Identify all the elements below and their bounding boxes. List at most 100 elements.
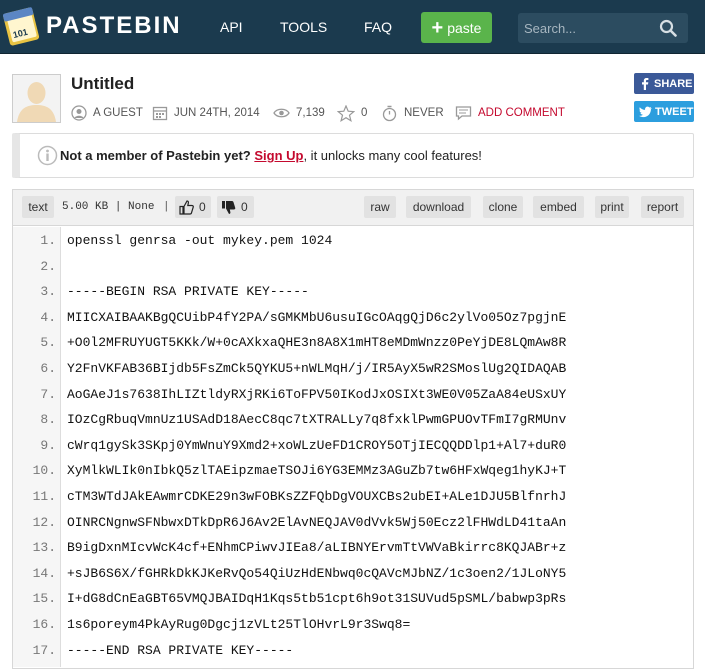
line-content: IOzCgRbuqVmnUz1USAdD18AecC8qc7tXTRALLy7q… [67,412,567,428]
paste-syntax: None [128,201,155,213]
code-line: 11. cTM3WTdJAkEAwmrCDKE29n3wFOBKsZZFQbDgV… [13,483,693,509]
line-number: 7. [40,386,56,402]
code-line: 4. MIICXAIBAAKBgQCUibP4fY2PA/sGMKMbU6usuI… [13,304,693,330]
line-content: +O0l2MFRUYUGT5KKk/W+0cAXkxaQHE3n8A8X1mHT… [67,335,567,351]
clone-button[interactable]: clone [483,196,523,218]
nav-api[interactable]: API [220,19,243,35]
search-input[interactable] [524,18,654,38]
facebook-icon [642,78,649,90]
code-line: 3. -----BEGIN RSA PRIVATE KEY----- [13,278,693,304]
signup-link[interactable]: Sign Up [254,148,303,163]
code-line: 5. +O0l2MFRUYUGT5KKk/W+0cAXkxaQHE3n8A8X1m… [13,329,693,355]
logo-text[interactable]: PASTEBIN [46,12,182,40]
line-content: 1s6poreym4PkAyRug0Dgcj1zVLt25TlOHvrL9r3S… [67,617,411,632]
code-line: 6. Y2FnVKFAB36BIjdb5FsZmCk5QYKU5+nWLMqH/j… [13,355,693,381]
raw-button[interactable]: raw [364,196,396,218]
star-icon [337,104,355,122]
line-content: AoGAeJ1s7638IhLIZtldyRXjRKi6ToFPV50IKodJ… [67,386,567,402]
format-text-button[interactable]: text [22,196,54,218]
code-line: 1. openssl genrsa -out mykey.pem 1024 [13,227,693,253]
meta-author[interactable]: A GUEST [71,104,143,122]
line-content: I+dG8dCnEaGBT65VMQJBAIDqH1Kqs5tb51cpt6h9… [67,591,567,607]
meta-stars[interactable]: 0 [337,104,367,122]
search-icon[interactable] [659,19,677,37]
download-button[interactable]: download [406,196,471,218]
timer-icon [382,105,397,121]
code-line: 14. +sJB6S6X/fGHRkDkKJKeRvQo54QiUzHdENbwq… [13,560,693,586]
line-content: OINRCNgnwSFNbwxDTkDpR6J6Av2ElAvNEQJAV0dV… [67,514,567,530]
nav-tools[interactable]: TOOLS [280,19,327,35]
line-number: 5. [40,335,56,351]
paste-title: Untitled [71,74,135,93]
twitter-tweet-button[interactable]: TWEET [634,101,694,122]
code-panel: text 5.00 KB | None | 0 0 raw download c… [12,189,694,669]
guest-avatar [12,74,61,123]
line-number: 15. [32,591,56,607]
line-number: 10. [32,463,56,479]
code-line: 10. XyMlkWLIk0nIbkQ5zlTAEipzmaeTSOJi6YG3E… [13,457,693,483]
code-line: 2. [13,253,693,279]
twitter-icon [639,106,652,117]
add-comment-link[interactable]: ADD COMMENT [455,104,565,122]
embed-button[interactable]: embed [533,196,584,218]
code-line: 13. B9igDxnMIcvWcK4cf+ENhmCPiwvJIEa8/aLIB… [13,534,693,560]
like-count: 0 [199,200,206,214]
eye-icon [273,108,290,118]
share-label: SHARE [654,77,693,90]
line-number: 3. [40,284,56,300]
star-count: 0 [361,107,368,119]
line-content: cWrq1gySk3SKpj0YmWnuY9Xmd2+xoWLzUeFD1CRO… [67,437,567,453]
line-content: openssl genrsa -out mykey.pem 1024 [67,233,333,248]
code-toolbar: text 5.00 KB | None | 0 0 raw download c… [13,190,693,226]
expiry-value: NEVER [404,107,444,119]
like-button[interactable]: 0 [175,196,211,218]
line-number: 12. [32,514,56,530]
info-icon [37,145,58,166]
paste-date: JUN 24TH, 2014 [174,107,260,119]
dislike-button[interactable]: 0 [217,196,254,218]
line-number: 2. [40,258,56,274]
print-button[interactable]: print [595,196,629,218]
line-content: MIICXAIBAAKBgQCUibP4fY2PA/sGMKMbU6usuIGc… [67,309,567,325]
line-content: Y2FnVKFAB36BIjdb5FsZmCk5QYKU5+nWLMqH/j/I… [67,361,567,376]
line-number: 14. [32,565,56,581]
dislike-count: 0 [241,200,248,214]
line-number: 1. [40,233,56,248]
paste-size-info: 5.00 KB | None [62,201,155,213]
nav-faq[interactable]: FAQ [364,19,392,35]
code-line: 15. I+dG8dCnEaGBT65VMQJBAIDqH1Kqs5tb51cpt… [13,585,693,611]
line-content: B9igDxnMIcvWcK4cf+ENhmCPiwvJIEa8/aLIBNYE… [67,540,567,556]
line-number: 8. [40,412,56,428]
line-content: +sJB6S6X/fGHRkDkKJKeRvQo54QiUzHdENbwq0cQ… [67,565,567,581]
view-count: 7,139 [296,107,325,119]
line-content: cTM3WTdJAkEAwmrCDKE29n3wFOBKsZZFQbDgVOUX… [67,489,567,504]
site-header: 101 PASTEBIN API TOOLS FAQ + paste [0,0,705,54]
line-content: XyMlkWLIk0nIbkQ5zlTAEipzmaeTSOJi6YG3EMMz… [67,463,567,479]
line-content: -----BEGIN RSA PRIVATE KEY----- [67,284,309,300]
user-silhouette-icon [13,75,60,122]
pastebin-logo-icon[interactable]: 101 [3,4,41,46]
line-number: 4. [40,309,56,325]
meta-date: JUN 24TH, 2014 [152,104,260,122]
line-number: 13. [32,540,56,556]
comment-icon [455,106,472,121]
code-line: 12. OINRCNgnwSFNbwxDTkDpR6J6Av2ElAvNEQJAV… [13,509,693,535]
signup-notice: Not a member of Pastebin yet? Sign Up, i… [12,133,694,178]
notice-lead: Not a member of Pastebin yet? [60,148,251,163]
code-line: 9. cWrq1gySk3SKpj0YmWnuY9Xmd2+xoWLzUeFD1C… [13,432,693,458]
meta-expiry: NEVER [381,104,444,122]
facebook-share-button[interactable]: SHARE [634,73,694,94]
thumbs-up-icon [179,199,194,215]
line-number: 17. [32,642,56,658]
new-paste-button[interactable]: + paste [421,12,492,43]
plus-icon: + [431,16,444,39]
code-line: 17. -----END RSA PRIVATE KEY----- [13,637,693,663]
notice-text: Not a member of Pastebin yet? Sign Up, i… [60,148,482,163]
meta-views: 7,139 [273,104,325,122]
report-button[interactable]: report [641,196,684,218]
tweet-label: TWEET [655,105,694,118]
line-number: 16. [32,617,56,632]
paste-size: 5.00 KB [62,201,109,213]
line-number: 9. [40,437,56,453]
search-box [518,13,688,43]
